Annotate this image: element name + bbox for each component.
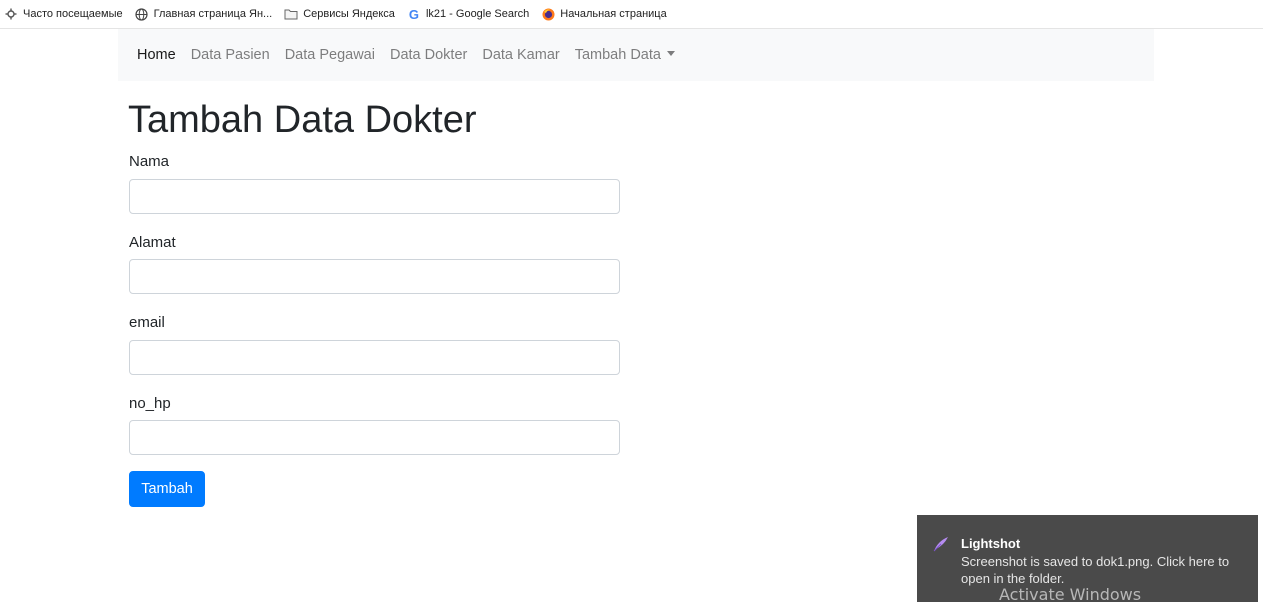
- nama-label: Nama: [129, 153, 170, 170]
- alamat-label: Alamat: [129, 234, 176, 251]
- bookmark-label: Начальная страница: [560, 8, 667, 20]
- page-title: Tambah Data Dokter: [128, 99, 477, 141]
- bookmark-most-visited[interactable]: Часто посещаемые: [4, 7, 123, 21]
- bookmark-label: Часто посещаемые: [23, 8, 123, 20]
- bookmark-label: Главная страница Ян...: [153, 8, 273, 20]
- email-input[interactable]: [129, 340, 620, 375]
- notification-message: Screenshot is saved to dok1.png. Click h…: [961, 554, 1230, 586]
- bookmark-label: Сервисы Яндекса: [303, 8, 395, 20]
- no-hp-label: no_hp: [129, 395, 171, 412]
- nama-input[interactable]: [129, 179, 620, 214]
- bookmark-yandex-services[interactable]: Сервисы Яндекса: [284, 7, 395, 21]
- no-hp-input[interactable]: [129, 420, 620, 455]
- caret-down-icon: [666, 50, 675, 56]
- nav-data-pasien[interactable]: Data Pasien: [191, 47, 270, 63]
- gear-icon: [4, 7, 18, 21]
- nav-data-kamar[interactable]: Data Kamar: [482, 47, 559, 63]
- nav-data-dokter[interactable]: Data Dokter: [390, 47, 467, 63]
- bookmark-google-search[interactable]: G lk21 - Google Search: [407, 6, 530, 22]
- feather-icon: [932, 535, 950, 553]
- nav-home[interactable]: Home: [137, 47, 176, 63]
- bookmark-yandex-home[interactable]: Главная страница Ян...: [135, 7, 273, 21]
- notification-title: Lightshot: [961, 536, 1021, 551]
- globe-icon: [135, 7, 149, 21]
- nav-tambah-data-dropdown[interactable]: Tambah Data: [575, 47, 675, 63]
- bookmarks-toolbar: Часто посещаемые Главная страница Ян... …: [0, 0, 1263, 29]
- folder-icon: [284, 7, 298, 21]
- bookmark-start-page[interactable]: Начальная страница: [541, 7, 667, 21]
- google-icon: G: [408, 6, 419, 22]
- tambah-button[interactable]: Tambah: [129, 471, 205, 507]
- activate-windows-watermark: Activate Windows: [999, 585, 1142, 604]
- firefox-icon: [541, 7, 555, 21]
- alamat-input[interactable]: [129, 259, 620, 294]
- navbar: Home Data Pasien Data Pegawai Data Dokte…: [118, 29, 1154, 81]
- bookmark-label: lk21 - Google Search: [425, 8, 530, 20]
- dropdown-label: Tambah Data: [574, 47, 661, 63]
- email-label: email: [129, 314, 165, 331]
- nav-data-pegawai[interactable]: Data Pegawai: [285, 47, 375, 63]
